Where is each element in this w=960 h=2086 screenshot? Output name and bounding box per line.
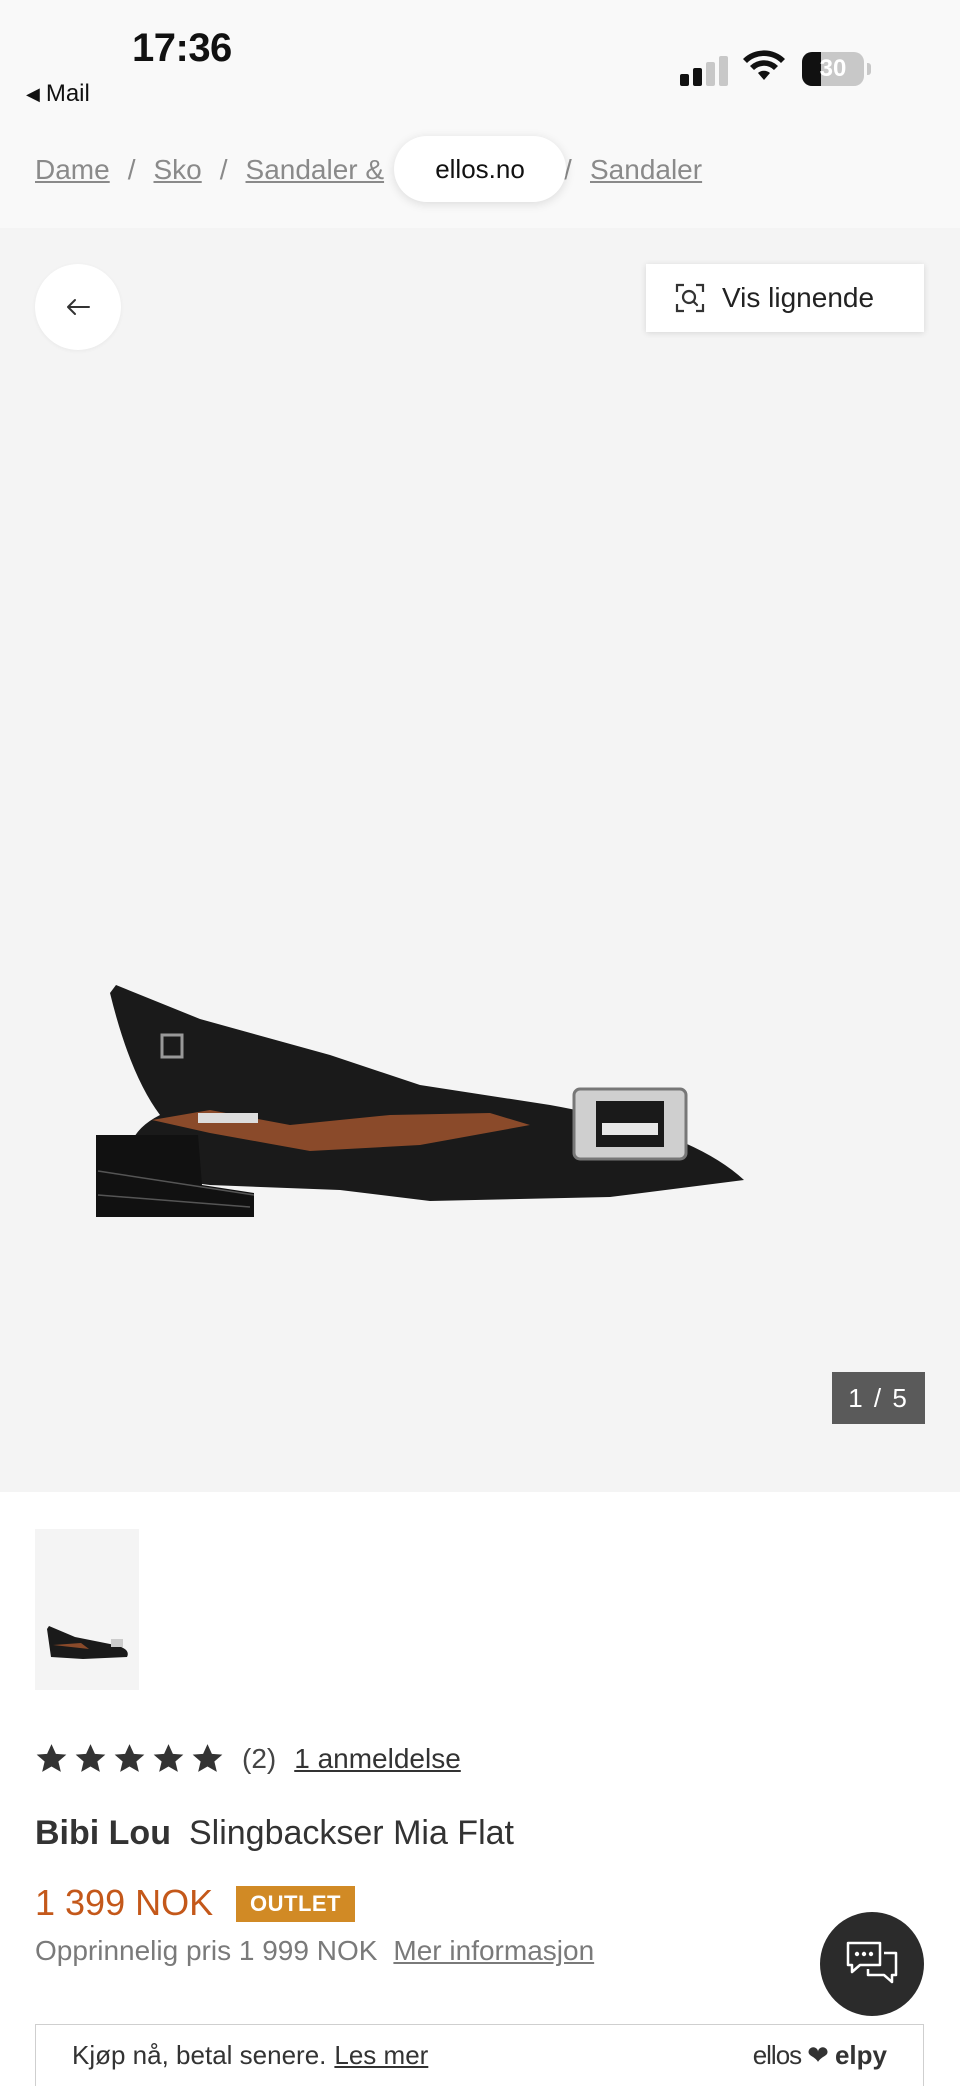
show-similar-button[interactable]: Vis lignende — [646, 264, 924, 332]
rating-stars — [35, 1742, 224, 1775]
back-triangle-icon: ◀ — [26, 83, 40, 104]
breadcrumb-separator: / — [127, 154, 136, 185]
product-brand[interactable]: Bibi Lou — [35, 1814, 171, 1852]
breadcrumb: Dame / Sko / Sandaler & — [35, 154, 384, 186]
product-image-gallery[interactable] — [0, 228, 960, 1492]
rating-count: (2) — [242, 1742, 277, 1774]
original-price: Opprinnelig pris 1 999 NOK — [35, 1935, 378, 1966]
back-to-mail[interactable]: ◀ Mail — [26, 80, 90, 108]
star-icon — [153, 1744, 184, 1772]
breadcrumb-dame[interactable]: Dame — [35, 154, 110, 186]
breadcrumb-separator: / — [219, 154, 228, 185]
gallery-back-button[interactable] — [35, 264, 121, 350]
show-similar-label: Vis lignende — [722, 282, 875, 313]
pay-later-banner: Kjøp nå, betal senere. Les mer ellos ❤ el… — [35, 2024, 924, 2086]
star-icon — [75, 1744, 106, 1772]
reviews-link[interactable]: 1 anmeldelse — [294, 1743, 461, 1775]
battery-indicator: 30 — [802, 52, 871, 86]
status-time: 17:36 — [132, 26, 232, 70]
cellular-signal-icon — [680, 54, 730, 86]
product-image-shoe — [96, 985, 744, 1217]
visual-search-icon — [675, 283, 705, 313]
more-info-link[interactable]: Mer informasjon — [393, 1935, 594, 1966]
original-price-row: Opprinnelig pris 1 999 NOK Mer informasjo… — [35, 1935, 594, 1967]
chat-bubbles-icon — [846, 1941, 898, 1984]
product-rating: (2) 1 anmeldelse — [35, 1742, 461, 1775]
breadcrumb-sko[interactable]: Sko — [153, 154, 201, 186]
thumbnail-shoe-image — [47, 1626, 128, 1659]
star-icon — [192, 1744, 223, 1772]
elpy-logo-text: elpy — [834, 2040, 887, 2070]
arrow-left-icon — [67, 299, 90, 315]
product-name: Slingbackser Mia Flat — [188, 1814, 514, 1852]
ellos-elpy-logo: ellos ❤ elpy — [753, 2040, 887, 2071]
breadcrumb-sandaler[interactable]: Sandaler — [590, 154, 702, 186]
chat-button[interactable] — [820, 1912, 924, 2016]
product-title: Bibi Lou Slingbackser Mia Flat — [35, 1814, 514, 1853]
outlet-badge: OUTLET — [236, 1886, 355, 1922]
image-counter: 1 / 5 — [832, 1372, 925, 1424]
product-price: 1 399 NOK — [35, 1882, 214, 1923]
back-app-label: Mail — [45, 80, 90, 107]
wifi-icon — [743, 50, 785, 80]
thumbnail-1[interactable] — [35, 1529, 139, 1690]
ellos-logo-text: ellos — [752, 2040, 802, 2070]
pay-later-text-row: Kjøp nå, betal senere. Les mer — [72, 2040, 428, 2071]
heart-icon: ❤ — [807, 2040, 829, 2070]
read-more-link[interactable]: Les mer — [334, 2040, 428, 2070]
url-bar[interactable]: ellos.no — [394, 136, 566, 202]
pay-later-text: Kjøp nå, betal senere. — [72, 2040, 327, 2070]
battery-level: 30 — [819, 55, 847, 82]
star-icon — [114, 1744, 145, 1772]
breadcrumb-sandaler-category[interactable]: Sandaler & — [246, 154, 385, 186]
star-icon — [36, 1744, 67, 1772]
